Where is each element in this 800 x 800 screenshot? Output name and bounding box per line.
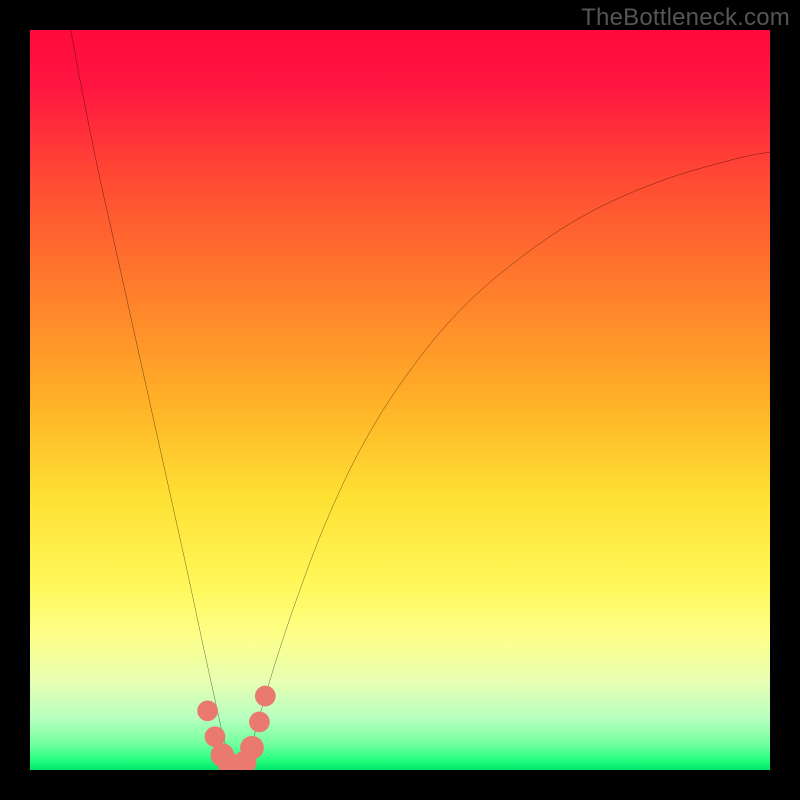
watermark-text: TheBottleneck.com	[581, 4, 790, 32]
marker-point	[249, 712, 270, 733]
marker-point	[240, 736, 264, 760]
chart-frame: TheBottleneck.com	[0, 0, 800, 800]
curve-right-branch	[245, 152, 770, 765]
marker-point	[255, 686, 276, 707]
curve-left-branch	[71, 30, 234, 766]
plot-area	[30, 30, 770, 770]
curve-layer	[30, 30, 770, 770]
marker-point	[197, 700, 218, 721]
